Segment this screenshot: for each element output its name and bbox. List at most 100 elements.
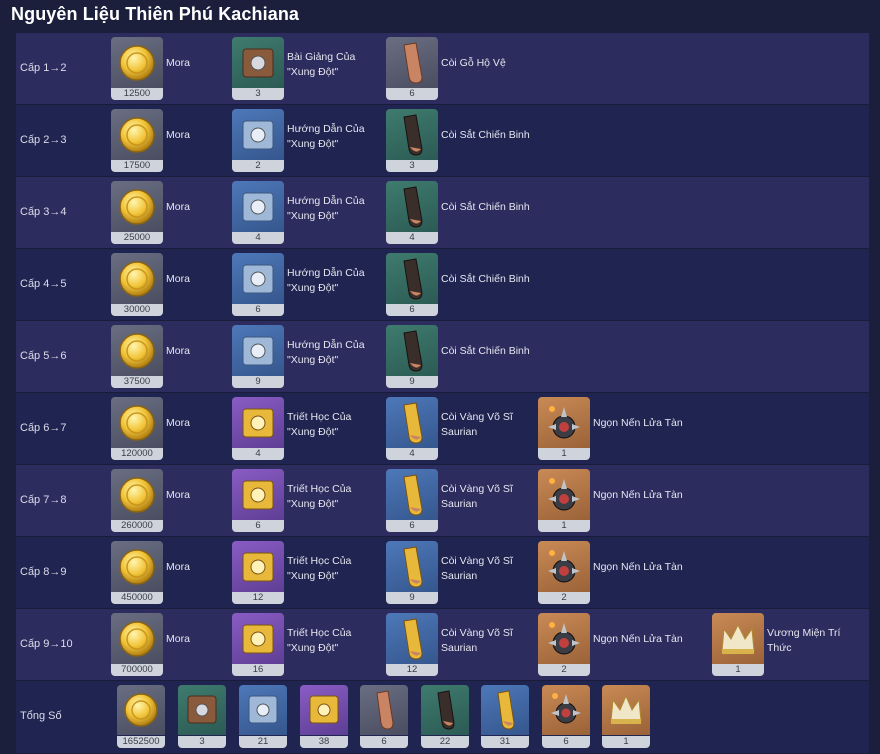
mora-coin-icon [111, 541, 163, 593]
item-count: 38 [300, 736, 348, 748]
scroll-book-icon [232, 613, 284, 665]
item-name: Ngọn Nến Lửa Tàn [593, 489, 683, 501]
table-row: Cấp 4→5 30000 Mora 6 Hướng Dẫn Của "Xung… [16, 249, 869, 321]
item-count: 4 [386, 448, 438, 460]
item-name: Ngọn Nến Lửa Tàn [593, 417, 683, 429]
mora-coin-icon [111, 181, 163, 233]
scroll-book-icon [232, 109, 284, 161]
item-count: 3 [232, 88, 284, 100]
item-name: Hướng Dẫn Của "Xung Đột" [287, 267, 365, 294]
item-count: 17500 [111, 160, 163, 172]
table-row: Cấp 8→9 450000 Mora 12 Triết Học Của "Xu… [16, 537, 869, 609]
scroll-book-icon [232, 37, 284, 89]
table-row: Cấp 7→8 260000 Mora 6 Triết Học Của "Xun… [16, 465, 869, 537]
mora-coin-icon [117, 685, 165, 735]
item-name: Còi Vàng Võ Sĩ Saurian [441, 555, 513, 582]
whistle-icon [386, 541, 438, 593]
whistle-icon [386, 325, 438, 377]
total-row: Tổng Số 1652500 3 21 38 6 22 31 6 1 [16, 681, 869, 754]
item-name: Triết Học Của "Xung Đột" [287, 483, 352, 510]
item-count: 700000 [111, 664, 163, 676]
item-name: Bài Giảng Của "Xung Đột" [287, 51, 356, 78]
item-count: 3 [178, 736, 226, 748]
whistle-icon [386, 253, 438, 305]
item-name: Hướng Dẫn Của "Xung Đột" [287, 195, 365, 222]
mora-coin-icon [111, 469, 163, 521]
item-name: Triết Học Của "Xung Đột" [287, 411, 352, 438]
item-name: Vương Miện Trí Thức [767, 627, 841, 654]
whistle-icon [481, 685, 529, 735]
level-label: Cấp 5→6 [20, 350, 67, 362]
item-count: 16 [232, 664, 284, 676]
item-count: 3 [386, 160, 438, 172]
scroll-book-icon [232, 469, 284, 521]
item-name: Hướng Dẫn Của "Xung Đột" [287, 339, 365, 366]
whistle-icon [360, 685, 408, 735]
item-count: 37500 [111, 376, 163, 388]
item-count: 21 [239, 736, 287, 748]
item-name: Còi Vàng Võ Sĩ Saurian [441, 627, 513, 654]
mora-coin-icon [111, 325, 163, 377]
mora-coin-icon [111, 109, 163, 161]
table-row: Cấp 9→10 700000 Mora 16 Triết Học Của "X… [16, 609, 869, 681]
item-count: 25000 [111, 232, 163, 244]
item-count: 4 [386, 232, 438, 244]
scroll-book-icon [232, 253, 284, 305]
item-count: 6 [542, 736, 590, 748]
item-count: 6 [386, 88, 438, 100]
item-count: 9 [386, 592, 438, 604]
item-name: Triết Học Của "Xung Đột" [287, 627, 352, 654]
item-name: Còi Vàng Võ Sĩ Saurian [441, 483, 513, 510]
item-name: Ngọn Nến Lửa Tàn [593, 561, 683, 573]
spiked-candle-icon [538, 397, 590, 449]
page-title: Nguyên Liệu Thiên Phú Kachiana [11, 4, 300, 24]
item-name: Còi Sắt Chiến Binh [441, 345, 530, 357]
scroll-book-icon [232, 397, 284, 449]
scroll-book-icon [232, 181, 284, 233]
item-name: Hướng Dẫn Của "Xung Đột" [287, 123, 365, 150]
table-row: Cấp 2→3 17500 Mora 2 Hướng Dẫn Của "Xung… [16, 105, 869, 177]
item-count: 4 [232, 232, 284, 244]
item-count: 1 [602, 736, 650, 748]
scroll-book-icon [232, 541, 284, 593]
table-row: Cấp 1→2 12500 Mora 3 Bài Giảng Của "Xung… [16, 33, 869, 105]
item-name: Ngọn Nến Lửa Tàn [593, 633, 683, 645]
item-count: 22 [421, 736, 469, 748]
level-label: Cấp 6→7 [20, 422, 67, 434]
item-name: Còi Sắt Chiến Binh [441, 273, 530, 285]
crown-icon [602, 685, 650, 735]
spiked-candle-icon [538, 613, 590, 665]
whistle-icon [386, 181, 438, 233]
item-name: Còi Vàng Võ Sĩ Saurian [441, 411, 513, 438]
mora-coin-icon [111, 613, 163, 665]
whistle-icon [386, 109, 438, 161]
level-label: Cấp 8→9 [20, 566, 67, 578]
item-name: Còi Gỗ Hộ Vệ [441, 57, 506, 69]
scroll-book-icon [232, 325, 284, 377]
table-row: Cấp 6→7 120000 Mora 4 Triết Học Của "Xun… [16, 393, 869, 465]
mora-coin-icon [111, 397, 163, 449]
whistle-icon [386, 613, 438, 665]
item-count: 31 [481, 736, 529, 748]
scroll-book-icon [178, 685, 226, 735]
scroll-book-icon [300, 685, 348, 735]
item-count: 30000 [111, 304, 163, 316]
item-count: 9 [232, 376, 284, 388]
item-count: 6 [386, 304, 438, 316]
scroll-book-icon [239, 685, 287, 735]
whistle-icon [386, 397, 438, 449]
item-count: 12500 [111, 88, 163, 100]
spiked-candle-icon [538, 469, 590, 521]
spiked-candle-icon [538, 541, 590, 593]
item-count: 2 [232, 160, 284, 172]
item-count: 9 [386, 376, 438, 388]
item-name: Còi Sắt Chiến Binh [441, 201, 530, 213]
level-label: Cấp 2→3 [20, 134, 67, 146]
item-count: 1 [538, 520, 590, 532]
level-label: Cấp 3→4 [20, 206, 67, 218]
item-count: 120000 [111, 448, 163, 460]
item-count: 6 [386, 520, 438, 532]
whistle-icon [421, 685, 469, 735]
mora-coin-icon [111, 253, 163, 305]
table-row: Cấp 5→6 37500 Mora 9 Hướng Dẫn Của "Xung… [16, 321, 869, 393]
